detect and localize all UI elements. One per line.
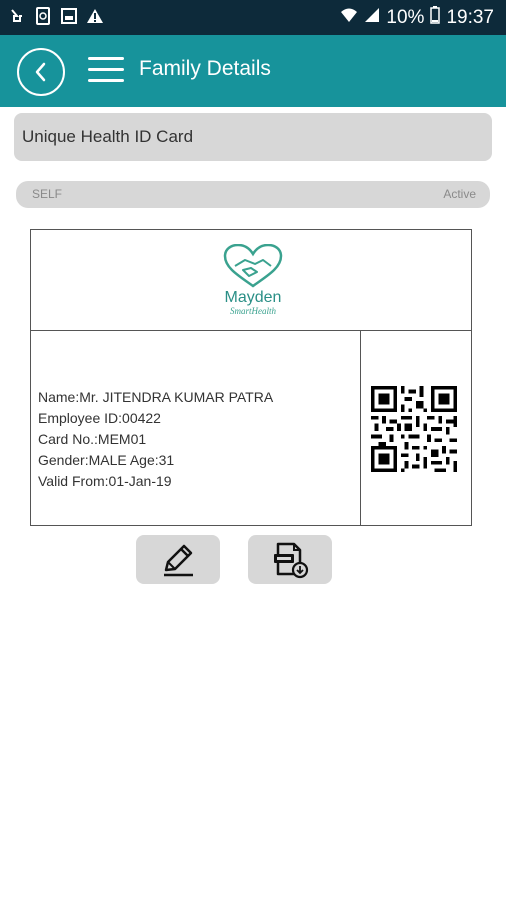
health-id-card: Mayden SmartHealth Name:Mr. JITENDRA KUM…	[30, 229, 472, 526]
signal-icon	[364, 7, 380, 29]
back-button[interactable]	[17, 48, 65, 96]
card-number: Card No.:MEM01	[38, 431, 147, 447]
chevron-left-icon	[35, 62, 46, 82]
qr-cell	[361, 331, 471, 525]
sync-icon	[34, 7, 52, 25]
valid-from: Valid From:01-Jan-19	[38, 473, 172, 489]
wifi-icon	[340, 7, 358, 29]
qr-code	[371, 386, 457, 472]
member-relation: SELF	[32, 187, 63, 201]
app-bar: Family Details	[0, 35, 506, 107]
warning-icon	[86, 7, 104, 25]
gender-age: Gender:MALE Age:31	[38, 452, 175, 468]
employee-id: Employee ID:00422	[38, 410, 161, 426]
menu-button[interactable]	[88, 57, 124, 83]
card-details-cell: Name:Mr. JITENDRA KUMAR PATRA Employee I…	[31, 331, 361, 525]
handshake-heart-icon	[223, 243, 283, 288]
member-name: Name:Mr. JITENDRA KUMAR PATRA	[38, 389, 274, 405]
notification-icons	[8, 7, 104, 25]
member-row[interactable]: SELF Active	[16, 181, 490, 208]
battery-icon	[430, 6, 441, 30]
edit-button[interactable]	[136, 535, 220, 584]
image-icon	[60, 7, 78, 25]
pdf-download-icon	[274, 542, 309, 578]
hamburger-icon	[88, 57, 124, 60]
section-header: Unique Health ID Card	[14, 113, 492, 161]
brand-logo: Mayden SmartHealth	[213, 243, 293, 324]
member-status: Active	[443, 187, 476, 201]
status-bar: 10% 19:37	[0, 0, 506, 35]
logo-name: Mayden	[224, 289, 282, 306]
card-header: Mayden SmartHealth	[31, 230, 471, 331]
member-details: Name:Mr. JITENDRA KUMAR PATRA Employee I…	[38, 387, 273, 492]
section-title: Unique Health ID Card	[22, 127, 194, 146]
pdf-download-button[interactable]	[248, 535, 332, 584]
pencil-icon	[164, 544, 193, 576]
battery-level: 10%	[386, 7, 425, 28]
logo-tagline: SmartHealth	[230, 306, 276, 316]
page-title: Family Details	[139, 57, 271, 80]
download-icon	[8, 7, 26, 25]
clock: 19:37	[446, 7, 494, 28]
system-indicators: 10% 19:37	[340, 6, 494, 30]
